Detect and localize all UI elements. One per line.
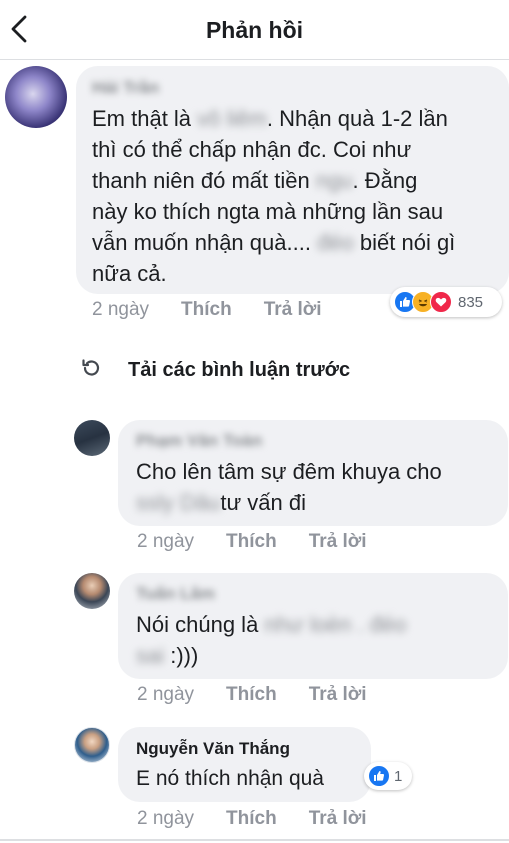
comment-bubble: Nguyễn Văn Thắng E nó thích nhận quà	[118, 727, 371, 802]
comment-time: 2 ngày	[137, 684, 195, 705]
comment-time: 2 ngày	[137, 808, 195, 829]
comment-actions: 2 ngày Thích Trả lời	[137, 684, 367, 706]
load-previous-label: Tải các bình luận trước	[128, 359, 351, 381]
text-segment: nữa cả.	[92, 261, 167, 286]
comment-text-line: Nói chúng là như loèn . đéo	[136, 609, 501, 640]
avatar[interactable]	[74, 573, 110, 609]
like-button[interactable]: Thích	[226, 684, 277, 706]
text-segment: :)))	[164, 643, 199, 668]
comment-text-line: nữa cả.	[92, 258, 502, 289]
like-button[interactable]: Thích	[226, 531, 277, 553]
reaction-count: 835	[458, 293, 484, 311]
text-segment: Nói chúng là	[136, 612, 265, 637]
comment-text-line: E nó thích nhận quà	[136, 763, 366, 794]
comment-text: E nó thích nhận quà	[136, 763, 366, 794]
comment-text-line: vẫn muốn nhận quà.... đéo biết nói gì	[92, 227, 502, 258]
censored-text: ssly Dâu	[136, 490, 221, 515]
text-segment: E nó thích nhận quà	[136, 767, 324, 790]
comment-time: 2 ngày	[92, 299, 150, 320]
reaction-count: 1	[394, 767, 403, 785]
reply-button[interactable]: Trả lời	[309, 808, 367, 830]
text-segment: vẫn muốn nhận quà....	[92, 230, 318, 255]
comment-bubble: Phạm Văn Toàn Cho lên tâm sự đêm khuya c…	[118, 420, 508, 526]
avatar[interactable]	[74, 727, 110, 763]
reactions-summary[interactable]: 1	[364, 762, 412, 790]
comment-bubble: Hải Trần Em thật là vô liêm. Nhận quà 1-…	[76, 66, 509, 294]
comment-author[interactable]: Phạm Văn Toàn	[136, 431, 262, 451]
avatar[interactable]	[74, 420, 110, 456]
avatar[interactable]	[5, 66, 67, 128]
top-bar: Phản hồi	[0, 0, 509, 60]
refresh-icon	[80, 357, 102, 384]
text-segment: . Đằng	[352, 168, 418, 193]
text-segment: thì có thể chấp nhận đc. Coi như	[92, 137, 412, 162]
page-title: Phản hồi	[205, 17, 304, 43]
comment-author[interactable]: Nguyễn Văn Thắng	[136, 739, 290, 759]
comment-text: Em thật là vô liêm. Nhận quà 1-2 lần thì …	[92, 103, 502, 289]
text-segment: . Nhận quà 1-2 lần	[266, 106, 448, 131]
text-segment: thanh niên đó mất tiền	[92, 168, 316, 193]
reply-button[interactable]: Trả lời	[309, 531, 367, 553]
comment-bubble: Tuấn Lâm Nói chúng là như loèn . đéo sai …	[118, 573, 508, 679]
comment-actions: 2 ngày Thích Trả lời	[137, 531, 367, 553]
comment-text: Cho lên tâm sự đêm khuya cho ssly Dâutư v…	[136, 456, 501, 518]
text-segment: này ko thích ngta mà những lần sau	[92, 199, 444, 224]
text-segment: biết nói gì	[353, 230, 456, 255]
text-segment: Em thật là	[92, 106, 198, 131]
comment-text-line: Em thật là vô liêm. Nhận quà 1-2 lần	[92, 103, 502, 134]
bottom-divider	[0, 839, 509, 841]
love-reaction-icon	[430, 291, 452, 313]
censored-text: như loèn . đéo	[264, 612, 407, 637]
comment-text-line: sai :)))	[136, 640, 501, 671]
comment-author[interactable]: Hải Trần	[92, 78, 159, 98]
comment-text-line: này ko thích ngta mà những lần sau	[92, 196, 502, 227]
censored-text: vô liêm	[197, 106, 267, 131]
text-segment: tư vấn đi	[220, 490, 307, 515]
comment-text-line: Cho lên tâm sự đêm khuya cho	[136, 456, 501, 487]
like-button[interactable]: Thích	[226, 808, 277, 830]
comment-text-line: ssly Dâutư vấn đi	[136, 487, 501, 518]
comment-actions: 2 ngày Thích Trả lời	[137, 808, 367, 830]
censored-text: ngu	[315, 168, 353, 193]
reply-button[interactable]: Trả lời	[264, 299, 322, 321]
like-reaction-icon	[368, 765, 390, 787]
text-segment: Cho lên tâm sự đêm khuya cho	[136, 459, 442, 484]
comment-time: 2 ngày	[137, 531, 195, 552]
reactions-summary[interactable]: 835	[390, 287, 502, 317]
comment-text-line: thanh niên đó mất tiền ngu. Đằng	[92, 165, 502, 196]
comment-text-line: thì có thể chấp nhận đc. Coi như	[92, 134, 502, 165]
comment-author[interactable]: Tuấn Lâm	[136, 584, 215, 604]
load-previous-comments[interactable]: Tải các bình luận trước	[80, 357, 350, 384]
censored-text: sai	[136, 643, 165, 668]
reply-button[interactable]: Trả lời	[309, 684, 367, 706]
censored-text: đéo	[317, 230, 354, 255]
comment-actions: 2 ngày Thích Trả lời	[92, 299, 322, 321]
comment-text: Nói chúng là như loèn . đéo sai :)))	[136, 609, 501, 671]
like-button[interactable]: Thích	[181, 299, 232, 321]
